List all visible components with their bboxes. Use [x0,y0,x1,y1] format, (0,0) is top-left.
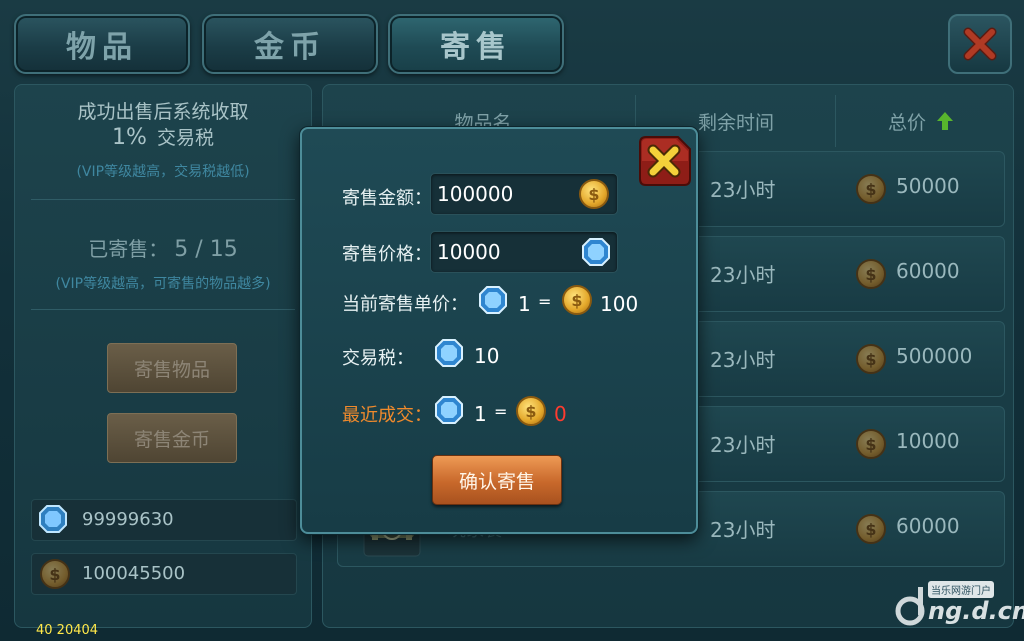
unit-left: 1 [518,292,531,316]
gold-balance: $ 100045500 [31,553,297,595]
tax-note: (VIP等级越高，交易税越低) [76,164,250,180]
gold-balance-value: 100045500 [82,563,186,584]
gold-coin-icon: $ [856,174,886,204]
gold-coin-icon: $ [856,514,886,544]
window-close-button[interactable] [948,14,1012,74]
gold-coin-icon: $ [562,285,592,315]
sold-note: (VIP等级越高，可寄售的物品越多) [55,276,271,292]
row-time: 23小时 [710,518,776,542]
tax-percent: 1% [112,125,147,150]
gem-balance-value: 99999630 [82,509,174,530]
sell-gold-button[interactable]: 寄售金币 [107,413,237,463]
recent-left: 1 [474,402,487,426]
watermark-site: 当乐网游门户 [928,581,994,598]
row-price: 500000 [896,344,973,368]
tax-rate-line: 1% 交易税 [15,123,311,150]
tab-gold-label: 金币 [254,30,326,65]
info-panel: 成功出售后系统收取 1% 交易税 (VIP等级越高，交易税越低) 已寄售： 5 / … [14,84,312,628]
price-input[interactable]: 10000 [430,231,618,273]
consign-dialog: 寄售金额： 100000 $ 寄售价格： 10000 当前寄售单价： 1 = $… [300,127,698,534]
gem-icon [479,286,507,314]
gem-icon [582,238,610,266]
divider [31,199,295,200]
unit-right: 100 [600,292,639,316]
dialog-close-button[interactable] [636,133,692,189]
tab-consign-label: 寄售 [440,30,512,65]
amount-value: 100000 [437,182,514,206]
tab-gold[interactable]: 金币 [202,14,378,74]
row-price: 60000 [896,259,960,283]
row-time: 23小时 [710,178,776,202]
amount-label: 寄售金额： [342,188,432,209]
gem-icon [435,396,463,424]
sold-label: 已寄售： [88,237,169,261]
recent-equals: = [494,402,508,421]
price-label: 寄售价格： [342,244,432,265]
close-icon [639,136,691,186]
tax-line1: 成功出售后系统收取 [77,101,249,123]
gem-icon [39,505,67,533]
gold-coin-icon: $ [516,396,546,426]
close-icon [963,27,997,61]
sold-line: 已寄售： 5 / 15 [15,233,311,262]
amount-input[interactable]: 100000 $ [430,173,618,215]
gold-coin-icon: $ [856,259,886,289]
gem-balance: 99999630 [31,499,297,541]
tab-items[interactable]: 物品 [14,14,190,74]
watermark-domain: ng.d.cn [928,597,1024,625]
row-price: 50000 [896,174,960,198]
sold-count: 5 / 15 [174,237,238,262]
row-time: 23小时 [710,348,776,372]
tab-items-label: 物品 [66,30,138,65]
header-total-price-label: 总价 [887,111,926,134]
row-time: 23小时 [710,263,776,287]
gold-coin-icon: $ [856,429,886,459]
gold-coin-icon: $ [856,344,886,374]
recent-deal-label: 最近成交： [342,405,432,426]
unit-equals: = [538,292,552,311]
divider [31,309,295,310]
confirm-consign-button[interactable]: 确认寄售 [432,455,562,505]
row-price: 60000 [896,514,960,538]
watermark-logo: 当乐网游门户 ng.d.cn [894,581,1024,635]
row-price: 10000 [896,429,960,453]
gem-icon [435,339,463,367]
gold-coin-icon: $ [40,559,70,589]
tax-rate-label: 交易税 [156,127,214,149]
sell-item-button[interactable]: 寄售物品 [107,343,237,393]
row-time: 23小时 [710,433,776,457]
sort-up-arrow-icon [937,112,953,130]
tax-label: 交易税： [342,348,414,369]
unit-price-label: 当前寄售单价： [342,294,468,315]
tax-value: 10 [474,344,500,368]
gold-coin-icon: $ [579,179,609,209]
tab-consign[interactable]: 寄售 [388,14,564,74]
recent-right: 0 [554,402,567,426]
debug-counter: 40 20404 [36,623,99,638]
price-value: 10000 [437,240,501,264]
header-total-price[interactable]: 总价 [835,95,1006,147]
